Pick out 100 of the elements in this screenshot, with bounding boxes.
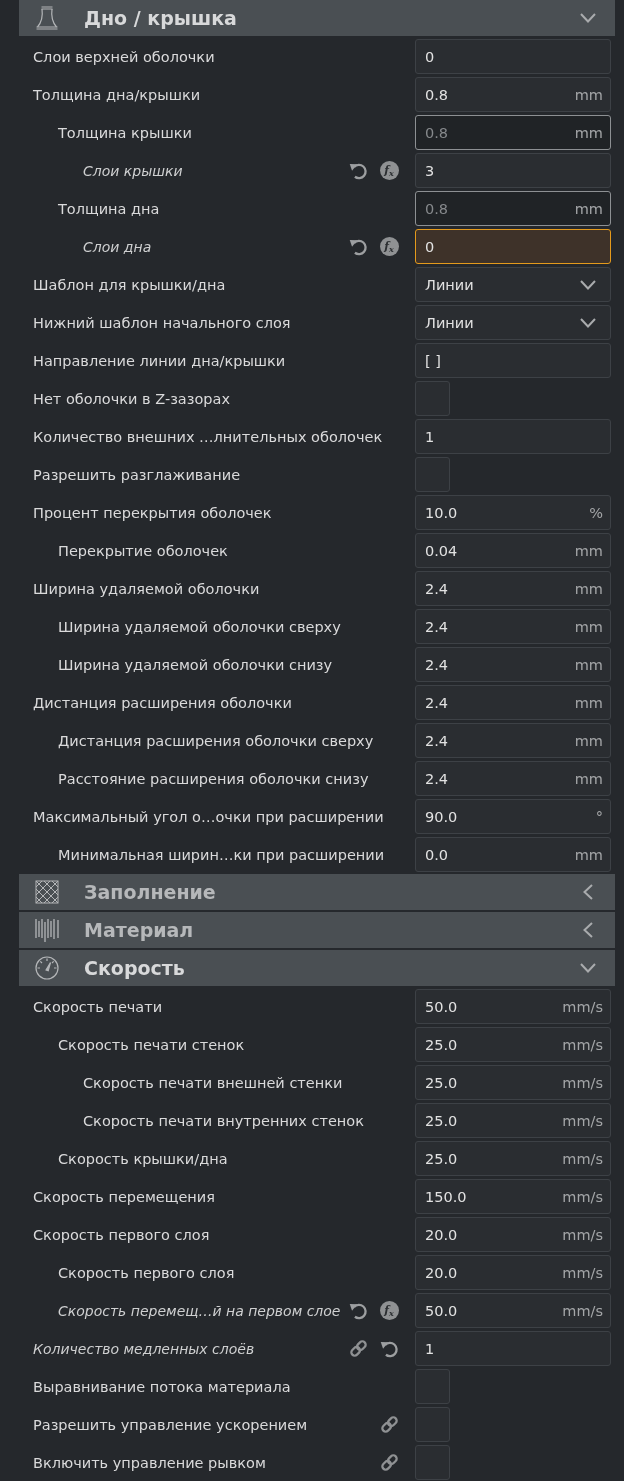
checkbox[interactable] <box>415 457 450 492</box>
setting-label: Скорость крышки/дна <box>58 1150 228 1167</box>
setting-label: Скорость печати <box>33 998 163 1015</box>
unit-label: mm <box>574 732 603 749</box>
input-field[interactable]: 50.0 mm/s <box>415 989 611 1024</box>
setting-label: Скорость перемещ…й на первом слое <box>58 1302 341 1319</box>
setting-label: Шаблон для крышки/дна <box>33 276 226 293</box>
setting-label: Скорость перемещения <box>33 1188 215 1205</box>
unit-label: mm <box>574 846 603 863</box>
setting-label: Скорость первого слоя <box>33 1226 210 1243</box>
reset-icon[interactable] <box>349 1301 368 1320</box>
setting-label: Дистанция расширения оболочки сверху <box>58 732 374 749</box>
unit-label: mm <box>574 542 603 559</box>
setting-label: Разрешить разглаживание <box>33 466 241 483</box>
dropdown[interactable]: Линии <box>415 267 611 302</box>
setting-label: Нижний шаблон начального слоя <box>33 314 291 331</box>
unit-label: mm <box>574 200 603 217</box>
input-field[interactable]: 10.0 % <box>415 495 611 530</box>
unit-label: mm/s <box>562 1188 603 1205</box>
setting-label: Перекрытие оболочек <box>58 542 228 559</box>
setting-label: Ширина удаляемой оболочки <box>33 580 260 597</box>
setting-label: Слои верхней оболочки <box>33 48 215 65</box>
unit-label: mm/s <box>562 1264 603 1281</box>
unit-label: mm/s <box>562 1302 603 1319</box>
setting-label: Ширина удаляемой оболочки снизу <box>58 656 333 673</box>
unit-label: mm <box>574 694 603 711</box>
section-header[interactable]: Дно / крышка <box>19 0 615 36</box>
input-field[interactable]: 20.0 mm/s <box>415 1255 611 1290</box>
section-header[interactable]: Заполнение <box>19 874 615 910</box>
input-field[interactable]: 2.4 mm <box>415 685 611 720</box>
unit-label: mm/s <box>562 1074 603 1091</box>
input-field[interactable]: 1 <box>415 1331 611 1366</box>
input-field[interactable]: 2.4 mm <box>415 609 611 644</box>
setting-label: Процент перекрытия оболочек <box>33 504 272 521</box>
chevron-down-icon <box>580 13 596 23</box>
unit-label: mm <box>574 86 603 103</box>
gauge-icon <box>35 956 59 980</box>
setting-label: Слои дна <box>83 238 152 255</box>
checkbox[interactable] <box>415 1445 450 1480</box>
dropdown[interactable]: Линии <box>415 305 611 340</box>
unit-label: mm/s <box>562 1112 603 1129</box>
setting-label: Количество внешних …лнительных оболочек <box>33 428 383 445</box>
input-field[interactable]: 2.4 mm <box>415 761 611 796</box>
unit-label: ° <box>595 808 603 825</box>
input-field[interactable]: 25.0 mm/s <box>415 1065 611 1100</box>
input-field[interactable]: 90.0 ° <box>415 799 611 834</box>
unit-label: mm <box>574 618 603 635</box>
input-field[interactable]: 0.0 mm <box>415 837 611 872</box>
unit-label: mm <box>574 770 603 787</box>
chevron-down-icon <box>580 317 596 328</box>
input-field[interactable]: 2.4 mm <box>415 723 611 758</box>
input-field[interactable]: 150.0 mm/s <box>415 1179 611 1214</box>
chevron-down-icon <box>580 963 596 973</box>
checkbox[interactable] <box>415 381 450 416</box>
unit-label: mm <box>574 580 603 597</box>
link-icon[interactable] <box>380 1453 399 1472</box>
setting-label: Дистанция расширения оболочки <box>33 694 292 711</box>
input-field[interactable]: 20.0 mm/s <box>415 1217 611 1252</box>
input-field[interactable]: 50.0 mm/s <box>415 1293 611 1328</box>
setting-label: Скорость печати внешней стенки <box>83 1074 343 1091</box>
link-icon[interactable] <box>380 1415 399 1434</box>
setting-label: Направление линии дна/крышки <box>33 352 286 369</box>
setting-label: Минимальная ширин…ки при расширении <box>58 846 385 863</box>
input-field[interactable]: 2.4 mm <box>415 647 611 682</box>
setting-label: Выравнивание потока материала <box>33 1378 291 1395</box>
unit-label: mm/s <box>562 1036 603 1053</box>
input-field[interactable]: [ ] <box>415 343 611 378</box>
checkbox[interactable] <box>415 1369 450 1404</box>
input-field[interactable]: 0 <box>415 39 611 74</box>
input-field[interactable]: 25.0 mm/s <box>415 1027 611 1062</box>
input-field[interactable]: 0.04 mm <box>415 533 611 568</box>
setting-label: Ширина удаляемой оболочки сверху <box>58 618 341 635</box>
input-field[interactable]: 0.8 mm <box>415 77 611 112</box>
input-field[interactable]: 1 <box>415 419 611 454</box>
input-field[interactable]: 25.0 mm/s <box>415 1103 611 1138</box>
setting-label: Включить управление рывком <box>33 1454 266 1471</box>
unit-label: mm <box>574 124 603 141</box>
trapezoid-icon <box>35 6 59 30</box>
section-header[interactable]: Скорость <box>19 950 615 986</box>
reset-icon[interactable] <box>380 1339 399 1358</box>
setting-label: Количество медленных слоёв <box>33 1340 255 1357</box>
setting-label: Толщина дна <box>58 200 160 217</box>
formula-button[interactable]: f$_{x}$ <box>380 1301 399 1320</box>
link-icon[interactable] <box>349 1339 368 1358</box>
setting-label: Расстояние расширения оболочки снизу <box>58 770 369 787</box>
setting-label: Толщина крышки <box>58 124 192 141</box>
chevron-left-icon <box>583 922 593 938</box>
checkbox[interactable] <box>415 1407 450 1442</box>
setting-label: Разрешить управление ускорением <box>33 1416 308 1433</box>
unit-label: mm/s <box>562 998 603 1015</box>
unit-label: mm/s <box>562 1226 603 1243</box>
crosshatch-icon <box>35 880 59 904</box>
setting-label: Слои крышки <box>83 162 183 179</box>
input-field[interactable]: 25.0 mm/s <box>415 1141 611 1176</box>
unit-label: mm <box>574 656 603 673</box>
input-field[interactable]: 2.4 mm <box>415 571 611 606</box>
section-header[interactable]: Материал <box>19 912 615 948</box>
vertical-lines-icon <box>35 918 59 942</box>
setting-label: Нет оболочки в Z-зазорах <box>33 390 230 407</box>
unit-label: mm/s <box>562 1150 603 1167</box>
